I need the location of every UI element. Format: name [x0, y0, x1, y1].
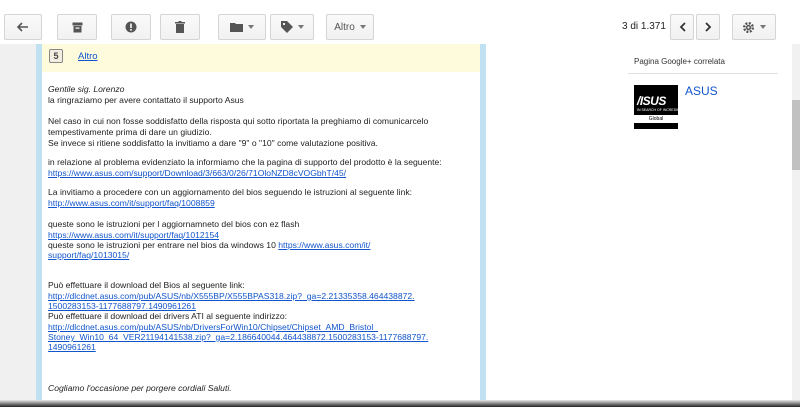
newer-button[interactable] — [670, 14, 694, 40]
message-header-bar: 5 Altro — [42, 44, 480, 72]
bios-download-link[interactable]: http://dlcdnet.asus.com/pub/ASUS/nb/X555… — [48, 291, 415, 301]
text-line: tempestivamente prima di dare un giudizi… — [48, 127, 212, 137]
logo-region: Global — [634, 115, 678, 123]
settings-button[interactable] — [732, 14, 776, 40]
chevron-down-icon — [359, 25, 366, 29]
report-spam-button[interactable] — [111, 14, 151, 40]
asus-logo[interactable]: /ISUS IN SEARCH OF INCREDIBLE Global — [634, 85, 684, 129]
labels-button[interactable] — [270, 14, 314, 40]
bios-windows-faq-link-cont[interactable]: support/faq/1013015/ — [48, 250, 129, 260]
asus-page-link[interactable]: ASUS — [685, 84, 718, 98]
text-line: La invitiamo a procedere con un aggiorna… — [48, 187, 413, 197]
sidebar-divider — [628, 73, 778, 74]
text-line: queste sono le istruzioni per entrare ne… — [48, 240, 370, 250]
scrollbar-thumb[interactable] — [792, 100, 800, 170]
right-sidebar-spacer — [490, 44, 622, 407]
toolbar: Altro 3 di 1.371 — [0, 0, 800, 45]
support-page-link[interactable]: https://www.asus.com/support/Download/3/… — [48, 168, 346, 178]
bottom-edge — [0, 400, 800, 407]
spam-icon — [125, 21, 137, 33]
message-counter: 3 di 1.371 — [622, 21, 666, 32]
message-body: 5 Altro Gentile sig. Lorenzo la ringrazi… — [42, 44, 480, 407]
delete-button[interactable] — [160, 14, 200, 40]
trash-icon — [175, 21, 185, 33]
more-label: Altro — [334, 21, 355, 33]
gear-icon — [742, 21, 755, 33]
text-line: Se invece si ritiene soddisfatto la invi… — [48, 138, 378, 148]
back-button[interactable] — [4, 14, 42, 40]
back-arrow-icon — [17, 22, 28, 32]
folder-icon — [230, 23, 243, 32]
older-button[interactable] — [696, 14, 720, 40]
archive-icon — [72, 22, 82, 32]
bios-faq-link[interactable]: http://www.asus.com/it/support/faq/10088… — [48, 198, 215, 208]
logo-tagline: IN SEARCH OF INCREDIBLE — [637, 108, 684, 112]
text-line: queste sono le istruzioni per l aggiorna… — [48, 219, 300, 229]
move-to-button[interactable] — [218, 14, 266, 40]
bios-download-link-cont[interactable]: 1500283153-1177688797.1490961261 — [48, 301, 196, 311]
greeting: Gentile sig. Lorenzo — [48, 84, 125, 94]
text-line: in relazione al problema evidenziato la … — [48, 157, 442, 167]
bios-windows-faq-link[interactable]: https://www.asus.com/it/ — [278, 240, 370, 250]
scrollbar[interactable] — [792, 44, 800, 407]
message-badge[interactable]: 5 — [49, 49, 63, 63]
more-button[interactable]: Altro — [326, 14, 374, 40]
chevron-down-icon — [297, 25, 304, 29]
text-line: Può effettuare il download del Bios al s… — [48, 280, 245, 290]
chevron-down-icon — [248, 25, 254, 29]
ati-driver-link-cont[interactable]: 1490961261 — [48, 342, 96, 352]
text-fragment: queste sono le istruzioni per entrare ne… — [48, 240, 279, 250]
ati-driver-link[interactable]: http://dlcdnet.asus.com/pub/ASUS/nb/Driv… — [48, 322, 378, 332]
chevron-down-icon — [760, 25, 766, 29]
text-line: la ringraziamo per avere contattato il s… — [48, 95, 244, 105]
google-plus-label: Pagina Google+ correlata — [634, 57, 725, 66]
chevron-left-icon — [679, 22, 686, 32]
text-line: Nel caso in cui non fosse soddisfatto de… — [48, 116, 429, 126]
altro-link[interactable]: Altro — [78, 51, 98, 62]
label-icon — [280, 21, 293, 33]
text-line: Può effettuare il download dei drivers A… — [48, 311, 288, 321]
ati-driver-link-cont[interactable]: Stoney_Win10_64_VER21194141538.zip?_ga=2… — [48, 332, 428, 342]
logo-text: /ISUS — [637, 94, 666, 108]
archive-button[interactable] — [57, 14, 97, 40]
left-gutter — [0, 44, 36, 407]
closing-line: Cogliamo l'occasione per porgere cordial… — [48, 383, 232, 393]
chevron-right-icon — [704, 22, 711, 32]
ez-flash-faq-link[interactable]: https://www.asus.com/it/support/faq/1012… — [48, 230, 219, 240]
